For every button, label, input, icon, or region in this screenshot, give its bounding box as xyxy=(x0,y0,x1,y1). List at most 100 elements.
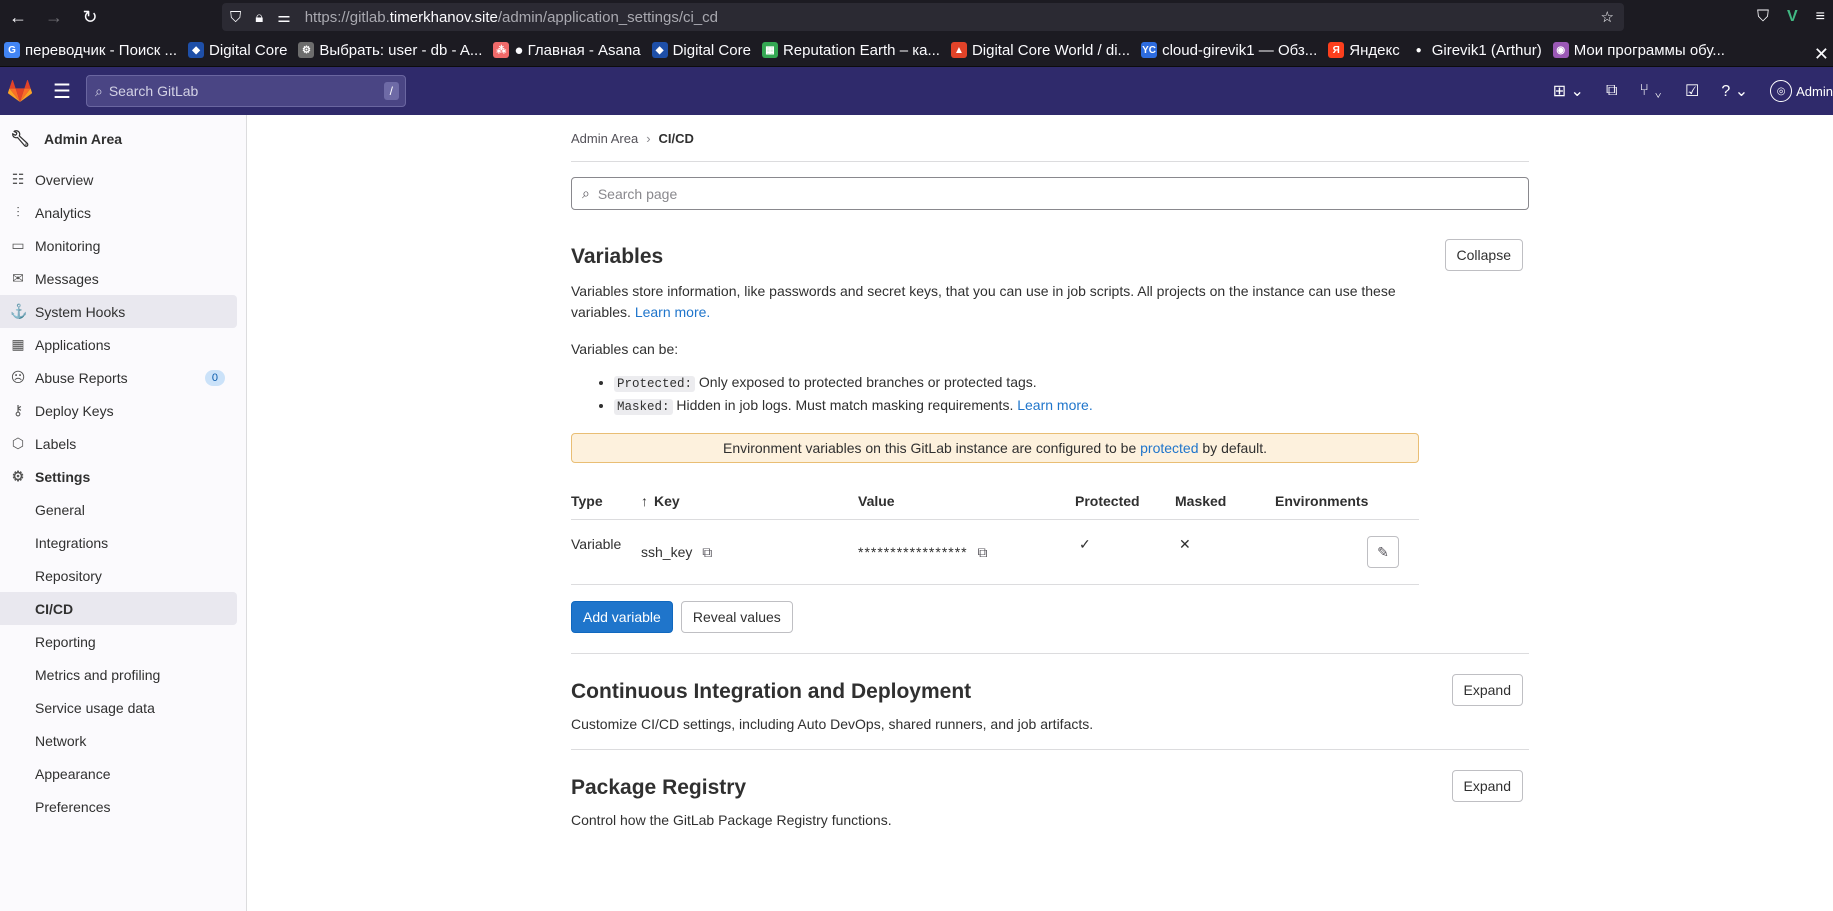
sidebar-item-messages[interactable]: ✉ Messages xyxy=(0,262,237,295)
add-variable-button[interactable]: Add variable xyxy=(571,601,673,633)
merge-requests-icon[interactable]: ⑂ ⌄ xyxy=(1639,82,1663,100)
copy-value-icon[interactable]: ⧉ xyxy=(978,544,988,560)
pocket-icon[interactable]: ⛉ xyxy=(1757,8,1769,26)
sidebar-subitem-service-usage-data[interactable]: Service usage data xyxy=(0,691,237,724)
bookmark-item[interactable]: ⚙ Выбрать: user - db - A... xyxy=(298,42,482,59)
registry-expand-button[interactable]: Expand xyxy=(1451,770,1523,802)
sidebar-item-labels[interactable]: ⬡ Labels xyxy=(0,427,237,460)
breadcrumb-admin-area[interactable]: Admin Area xyxy=(571,131,638,146)
shield-icon[interactable]: ⛉ xyxy=(230,9,241,26)
bookmark-label: Digital Core xyxy=(209,41,288,59)
gitlab-header: ☰ ⌕ Search GitLab / ⊞ ⌄ ⧉ ⑂ ⌄ ☑ ? ⌄ ◎ Adm… xyxy=(0,67,1833,115)
sidebar-item-label: Overview xyxy=(35,171,94,188)
search-shortcut-badge: / xyxy=(383,82,399,100)
sidebar-subitem-reporting[interactable]: Reporting xyxy=(0,625,237,658)
issues-icon[interactable]: ⧉ xyxy=(1606,82,1617,100)
hamburger-menu-icon[interactable]: ☰ xyxy=(40,67,84,115)
copy-key-icon[interactable]: ⧉ xyxy=(702,544,712,560)
edit-variable-button[interactable]: ✎ xyxy=(1367,536,1399,568)
variable-types-list: Protected: Only exposed to protected bra… xyxy=(614,372,1529,418)
variables-section: Variables Collapse Variables store infor… xyxy=(571,239,1529,633)
bookmark-favicon-icon: ⁂ xyxy=(493,42,510,58)
bookmark-item[interactable]: YC cloud-girevik1 — Обз... xyxy=(1141,42,1317,59)
sidebar-subitem-integrations[interactable]: Integrations xyxy=(0,526,237,559)
sidebar-item-deploy-keys[interactable]: ⚷ Deploy Keys xyxy=(0,394,237,427)
help-icon[interactable]: ? ⌄ xyxy=(1721,81,1748,101)
bookmark-favicon-icon: ⚙ xyxy=(298,42,315,58)
bookmark-item[interactable]: Gпереводчик - Поиск ... xyxy=(4,42,177,59)
col-protected: Protected xyxy=(1075,493,1140,509)
app-menu-icon[interactable]: ≡ xyxy=(1816,8,1825,26)
key-icon: ⚷ xyxy=(12,402,24,418)
collapse-button[interactable]: Collapse xyxy=(1444,239,1523,271)
back-icon[interactable]: ← xyxy=(0,0,36,34)
registry-title: Package Registry xyxy=(571,776,747,799)
gitlab-logo-icon[interactable] xyxy=(0,67,40,115)
bookmarks-bar: Gпереводчик - Поиск ... ◆ Digital Core ⚙ Выб… xyxy=(0,34,1833,67)
variables-title: Variables xyxy=(571,245,664,268)
learn-more-link[interactable]: Learn more. xyxy=(635,304,710,320)
bookmark-star-icon[interactable]: ☆ xyxy=(1601,8,1614,26)
sidebar-item-label: Monitoring xyxy=(35,237,101,254)
sidebar-item-label: Abuse Reports xyxy=(35,369,128,386)
reveal-values-button[interactable]: Reveal values xyxy=(680,601,793,633)
user-menu[interactable]: ◎ Admin xyxy=(1770,80,1833,102)
sidebar-item-monitoring[interactable]: ▭ Monitoring xyxy=(0,229,237,262)
bookmark-item[interactable]: ◉ Мои программы обу... xyxy=(1552,42,1725,59)
lock-icon[interactable]: 🔒︎ xyxy=(255,9,263,26)
sidebar-header[interactable]: 🔧︎ Admin Area xyxy=(0,119,246,159)
close-icon[interactable]: ✕ xyxy=(1814,44,1829,65)
sidebar-subitem-ci-cd[interactable]: CI/CD xyxy=(0,592,237,625)
count-badge: 0 xyxy=(204,369,225,386)
sidebar-item-settings[interactable]: ⚙ Settings xyxy=(0,460,237,493)
bookmark-favicon-icon: ▦ xyxy=(761,42,778,58)
search-page-placeholder: Search page xyxy=(597,185,678,202)
bookmark-item[interactable]: ▲ Digital Core World / di... xyxy=(950,42,1130,59)
search-page-input[interactable]: ⌕ Search page xyxy=(571,177,1529,210)
protected-link[interactable]: protected xyxy=(1140,440,1198,456)
permissions-icon[interactable]: ⚌ xyxy=(277,8,290,26)
bookmark-item[interactable]: ◆ Digital Core xyxy=(651,42,751,59)
col-key-sort[interactable]: ↑ Key xyxy=(641,493,858,509)
divider xyxy=(571,653,1529,654)
sidebar-item-applications[interactable]: ▦ Applications xyxy=(0,328,237,361)
sidebar-item-label: Applications xyxy=(35,336,111,353)
chevron-right-icon: › xyxy=(646,130,651,146)
sidebar-item-label: Settings xyxy=(35,468,91,485)
cicd-section: Continuous Integration and Deployment Ex… xyxy=(571,674,1529,735)
bookmark-item[interactable]: ⁂ ● Главная - Asana xyxy=(493,42,641,59)
sidebar: 🔧︎ Admin Area ☷ Overview ⫶ Analytics ▭ Monito… xyxy=(0,115,247,911)
sidebar-subitem-general[interactable]: General xyxy=(0,493,237,526)
bookmark-label: Girevik1 (Arthur) xyxy=(1431,41,1542,59)
overview-icon: ☷ xyxy=(11,171,25,187)
sidebar-item-system-hooks[interactable]: ⚓ System Hooks xyxy=(0,295,237,328)
sidebar-subitem-preferences[interactable]: Preferences xyxy=(0,790,237,823)
vue-extension-icon[interactable]: V xyxy=(1787,8,1798,26)
masked-learn-more-link[interactable]: Learn more. xyxy=(1017,397,1092,413)
user-label: Admin xyxy=(1796,83,1833,99)
bookmark-favicon-icon: Я xyxy=(1328,42,1345,58)
gitlab-search-input[interactable]: ⌕ Search GitLab / xyxy=(86,75,406,107)
sidebar-title: Admin Area xyxy=(44,131,123,147)
list-item: Protected: Only exposed to protected bra… xyxy=(614,372,1529,395)
sidebar-item-label: Messages xyxy=(35,270,99,287)
sidebar-subitem-network[interactable]: Network xyxy=(0,724,237,757)
bookmark-item[interactable]: ● Girevik1 (Arthur) xyxy=(1411,42,1542,59)
todos-icon[interactable]: ☑ xyxy=(1685,81,1699,101)
sidebar-item-overview[interactable]: ☷ Overview xyxy=(0,163,237,196)
reload-icon[interactable]: ↻ xyxy=(72,0,108,34)
bookmark-item[interactable]: ◆ Digital Core xyxy=(188,42,287,59)
forward-icon[interactable]: → xyxy=(36,0,72,34)
sidebar-subitem-repository[interactable]: Repository xyxy=(0,559,237,592)
bookmark-item[interactable]: Я Яндекс xyxy=(1328,42,1400,59)
sidebar-subitem-appearance[interactable]: Appearance xyxy=(0,757,237,790)
bookmark-item[interactable]: ▦ Reputation Earth – ка... xyxy=(761,42,940,59)
address-bar[interactable]: ⛉ 🔒︎ ⚌ https://gitlab.timerkhanov.site/a… xyxy=(222,3,1624,31)
sidebar-item-abuse-reports[interactable]: ☹ Abuse Reports 0 xyxy=(0,361,237,394)
sidebar-subitem-metrics-and-profiling[interactable]: Metrics and profiling xyxy=(0,658,237,691)
variables-description: Variables store information, like passwo… xyxy=(571,281,1431,323)
cicd-expand-button[interactable]: Expand xyxy=(1451,674,1523,706)
search-placeholder: Search GitLab xyxy=(108,83,199,99)
sidebar-item-analytics[interactable]: ⫶ Analytics xyxy=(0,196,237,229)
new-dropdown-icon[interactable]: ⊞ ⌄ xyxy=(1553,81,1584,101)
